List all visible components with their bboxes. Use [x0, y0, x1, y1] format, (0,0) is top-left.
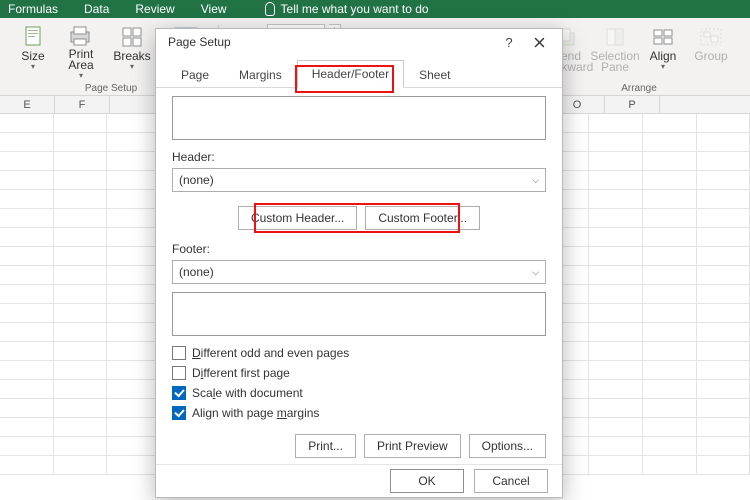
dialog-footer: OK Cancel [156, 464, 562, 497]
custom-footer-button[interactable]: Custom Footer... [365, 206, 480, 230]
tab-formulas[interactable]: Formulas [8, 2, 58, 16]
print-area-icon [67, 25, 95, 47]
diff-first-checkbox[interactable]: Different first page [172, 366, 546, 380]
ok-button[interactable]: OK [390, 469, 464, 493]
chevron-down-icon: ⌵ [532, 267, 539, 278]
menu-tabs: Formulas Data Review View Tell me what y… [0, 0, 750, 18]
lightbulb-icon [265, 2, 275, 16]
custom-header-button[interactable]: Custom Header... [238, 206, 357, 230]
options-list: Different odd and even pages Different f… [172, 346, 546, 420]
chevron-down-icon: ⌵ [532, 175, 539, 186]
align-button[interactable]: Align▾ [640, 22, 686, 80]
breaks-icon [118, 25, 146, 49]
tell-me-label: Tell me what you want to do [281, 2, 429, 16]
header-label: Header: [172, 150, 546, 164]
group-arrange: Send Backward Selection Pane Align▾ Grou… [534, 22, 744, 94]
size-button[interactable]: Size▾ [10, 22, 56, 80]
col-f[interactable]: F [55, 96, 110, 113]
tab-data[interactable]: Data [84, 2, 109, 16]
close-button[interactable] [524, 29, 554, 55]
print-button[interactable]: Print... [295, 434, 356, 458]
col-e[interactable]: E [0, 96, 55, 113]
group-button: Group [688, 22, 734, 80]
print-preview-button[interactable]: Print Preview [364, 434, 461, 458]
titlebar[interactable]: Page Setup ? [156, 29, 562, 55]
tab-sheet[interactable]: Sheet [404, 61, 465, 88]
print-area-button[interactable]: Print Area▾ [58, 22, 104, 80]
group-icon [697, 25, 725, 49]
footer-label: Footer: [172, 242, 546, 256]
align-margins-checkbox[interactable]: Align with page margins [172, 406, 546, 420]
footer-value: (none) [179, 265, 214, 279]
size-label: Size [21, 51, 44, 62]
tab-margins[interactable]: Margins [224, 61, 297, 88]
tab-header-footer[interactable]: Header/Footer [297, 60, 404, 88]
tab-review[interactable]: Review [135, 2, 174, 16]
page-setup-dialog: Page Setup ? Page Margins Header/Footer … [155, 28, 563, 498]
align-label: Align [650, 51, 677, 62]
dialog-tabs: Page Margins Header/Footer Sheet [156, 59, 562, 88]
dialog-body: Header: (none) ⌵ Custom Header... Custom… [156, 88, 562, 464]
close-icon [534, 37, 545, 48]
selection-pane-icon [601, 25, 629, 49]
print-area-label: Print Area [68, 49, 93, 71]
footer-dropdown[interactable]: (none) ⌵ [172, 260, 546, 284]
footer-preview [172, 292, 546, 336]
header-preview [172, 96, 546, 140]
align-icon [649, 25, 677, 49]
dialog-title: Page Setup [168, 35, 494, 49]
col-p[interactable]: P [605, 96, 660, 113]
header-value: (none) [179, 173, 214, 187]
help-button[interactable]: ? [494, 29, 524, 55]
diff-odd-even-checkbox[interactable]: Different odd and even pages [172, 346, 546, 360]
selection-pane-label: Selection Pane [590, 51, 639, 73]
breaks-button[interactable]: Breaks▾ [106, 22, 158, 80]
header-dropdown[interactable]: (none) ⌵ [172, 168, 546, 192]
tab-view[interactable]: View [201, 2, 227, 16]
scale-checkbox[interactable]: Scale with document [172, 386, 546, 400]
group-obj-label: Group [694, 51, 727, 62]
selection-pane-button: Selection Pane [592, 22, 638, 80]
options-button[interactable]: Options... [469, 434, 546, 458]
tell-me[interactable]: Tell me what you want to do [265, 2, 429, 16]
tab-page[interactable]: Page [166, 61, 224, 88]
size-icon [19, 25, 47, 49]
breaks-label: Breaks [113, 51, 150, 62]
cancel-button[interactable]: Cancel [474, 469, 548, 493]
group-label-arrange: Arrange [534, 83, 744, 94]
